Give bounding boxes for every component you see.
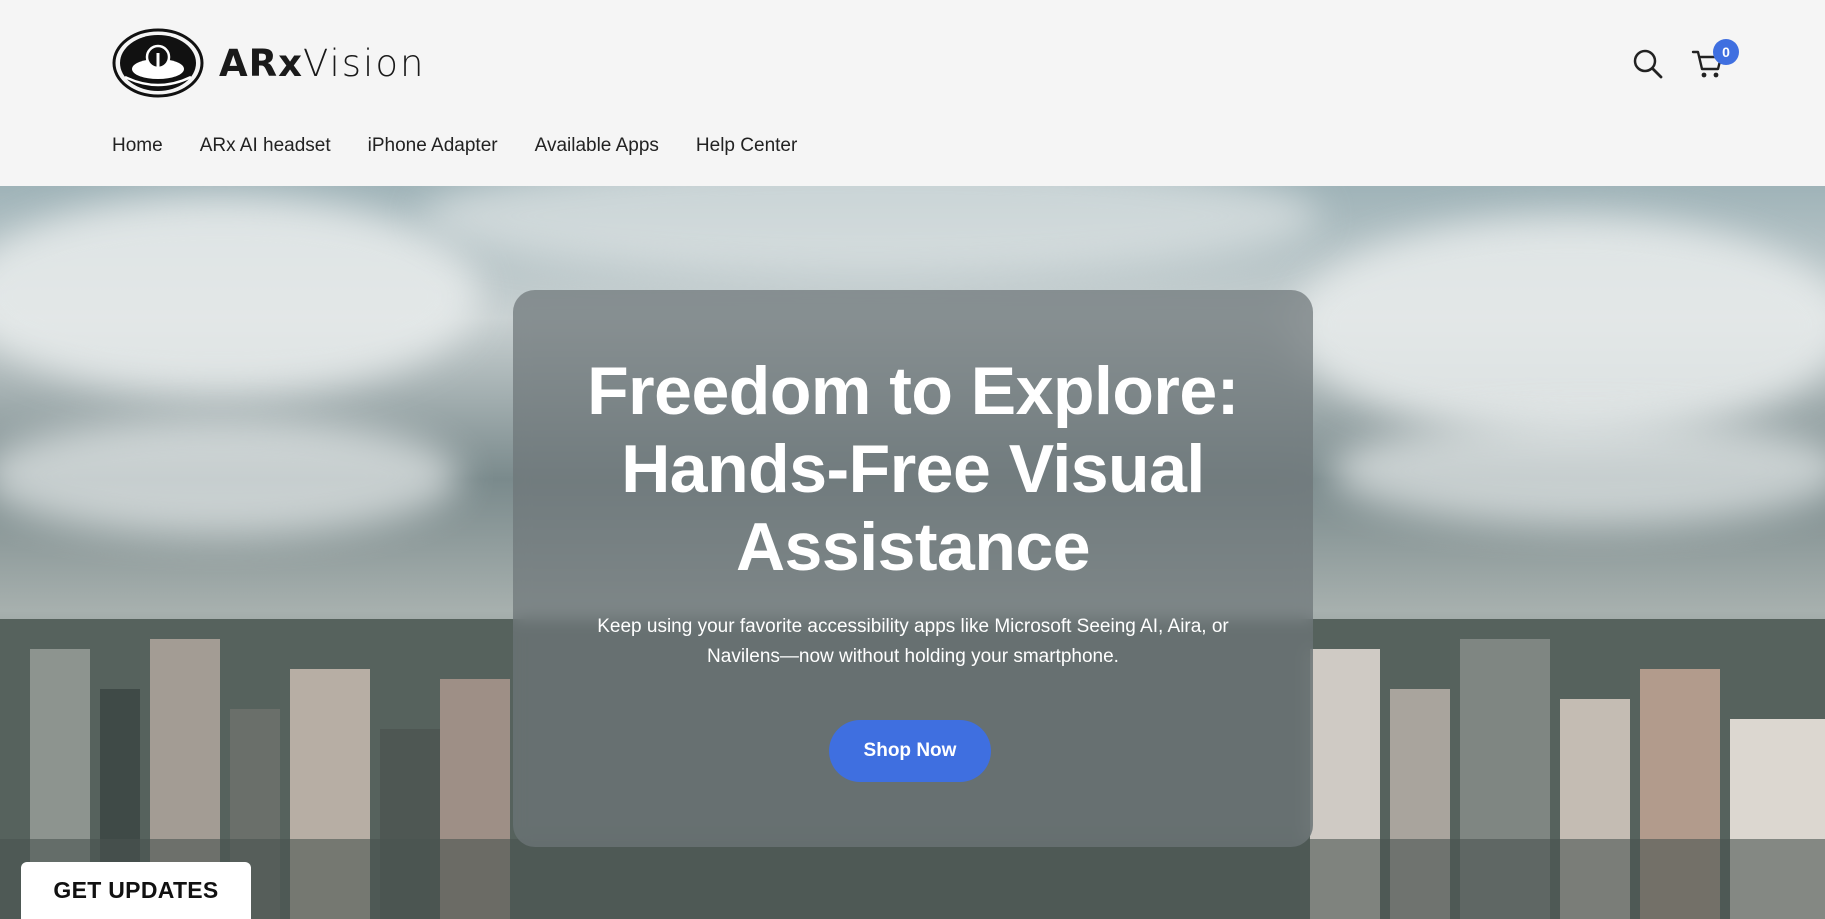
hero-subtitle-line: Navilens—now without holding your smartp… bbox=[707, 646, 1119, 667]
nav-item-help-center[interactable]: Help Center bbox=[696, 135, 797, 157]
cart-count-badge: 0 bbox=[1713, 39, 1739, 65]
brand-name-light: Vision bbox=[303, 41, 426, 85]
cloud bbox=[0, 196, 480, 396]
hero-banner: Freedom to Explore: Hands-Free Visual As… bbox=[0, 186, 1825, 919]
nav-item-available-apps[interactable]: Available Apps bbox=[535, 135, 659, 157]
get-updates-tab[interactable]: GET UPDATES bbox=[21, 862, 251, 919]
brand-name: ARxVision bbox=[219, 42, 425, 85]
hero-content-panel: Freedom to Explore: Hands-Free Visual As… bbox=[513, 290, 1313, 847]
shop-now-button[interactable]: Shop Now bbox=[829, 720, 991, 782]
nav-item-home[interactable]: Home bbox=[112, 135, 163, 157]
cloud bbox=[0, 416, 460, 536]
hero-title: Freedom to Explore: Hands-Free Visual As… bbox=[513, 352, 1313, 586]
cloud bbox=[420, 186, 1320, 276]
nav-item-iphone-adapter[interactable]: iPhone Adapter bbox=[368, 135, 498, 157]
hero-subtitle-line: Keep using your favorite accessibility a… bbox=[597, 616, 1229, 637]
brand-logo[interactable]: ARxVision bbox=[111, 27, 425, 99]
cart-button[interactable]: 0 bbox=[1691, 39, 1739, 81]
hero-title-line: Hands-Free Visual bbox=[621, 431, 1205, 507]
main-nav: Home ARx AI headset iPhone Adapter Avail… bbox=[112, 135, 797, 157]
brand-name-bold: ARx bbox=[219, 41, 303, 85]
hero-title-line: Assistance bbox=[735, 509, 1091, 585]
search-icon[interactable] bbox=[1631, 47, 1665, 81]
header-icons: 0 bbox=[1631, 39, 1739, 81]
nav-item-arx-ai-headset[interactable]: ARx AI headset bbox=[200, 135, 331, 157]
hero-subtitle: Keep using your favorite accessibility a… bbox=[583, 612, 1243, 672]
cloud bbox=[1330, 416, 1825, 526]
hero-title-line: Freedom to Explore: bbox=[587, 353, 1239, 429]
arx-eye-logo-icon bbox=[112, 28, 204, 98]
site-header: ARxVision Home ARx AI headset iPhone Ada… bbox=[0, 0, 1825, 186]
cloud bbox=[1290, 216, 1825, 436]
